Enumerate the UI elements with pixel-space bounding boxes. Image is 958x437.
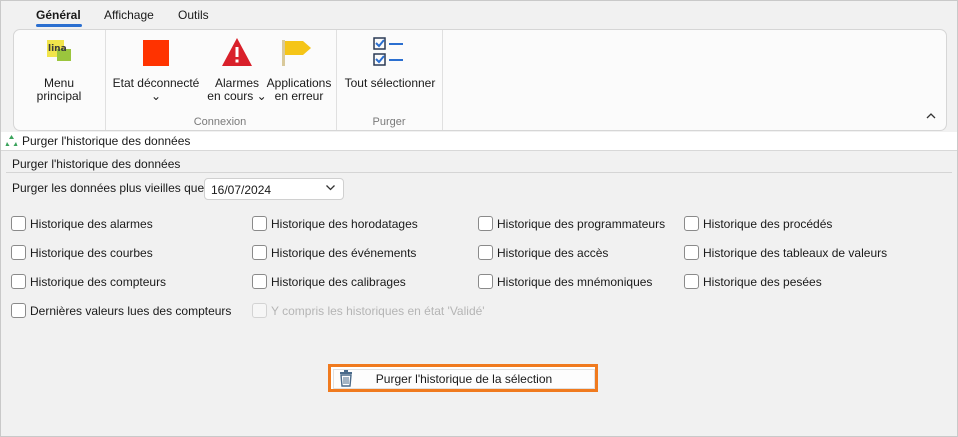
checkbox-box[interactable]	[684, 245, 699, 260]
checkbox-label: Historique des programmateurs	[497, 217, 666, 231]
checkbox-label: Historique des tableaux de valeurs	[703, 246, 888, 260]
applications-en-erreur-button[interactable]: Applications en erreur	[266, 30, 332, 110]
group-label-connexion: Connexion	[193, 116, 247, 128]
checkbox-box[interactable]	[11, 216, 26, 231]
lina-energie-logo-icon: lina	[47, 38, 71, 62]
alarmes-label-line2: en cours	[207, 89, 254, 103]
tab-general[interactable]: Général	[36, 8, 81, 22]
active-tab-indicator	[36, 24, 82, 27]
checkbox-label: Historique des calibrages	[271, 275, 406, 289]
date-value: 16/07/2024	[211, 183, 272, 197]
checkbox-box[interactable]	[11, 303, 26, 318]
group-title: Purger l'historique des données	[12, 157, 181, 171]
breadcrumb-label: Purger l'historique des données	[22, 134, 191, 148]
checklist-icon	[373, 36, 407, 71]
checkbox-label: Dernières valeurs lues des compteurs	[30, 304, 232, 318]
checkbox-box[interactable]	[478, 216, 493, 231]
checkbox-box[interactable]	[11, 274, 26, 289]
red-square-icon	[143, 40, 169, 66]
ribbon: lina Menu principal Etat déconnecté ⌄ Al…	[13, 29, 947, 131]
checkbox-label: Historique des compteurs	[30, 275, 167, 289]
tout-selectionner-label: Tout sélectionner	[344, 76, 436, 90]
ribbon-tabs: Général Affichage Outils	[1, 1, 957, 29]
checkbox-label: Historique des courbes	[30, 246, 153, 260]
tab-outils[interactable]: Outils	[178, 8, 209, 22]
tout-selectionner-button[interactable]: Tout sélectionner	[340, 30, 440, 110]
menu-principal-button[interactable]: lina Menu principal	[20, 30, 98, 110]
recycle-icon	[5, 134, 18, 150]
etat-deconnecte-button[interactable]: Etat déconnecté ⌄	[111, 30, 201, 110]
ribbon-separator	[105, 30, 106, 130]
checkbox-box	[252, 303, 267, 318]
ribbon-separator	[442, 30, 443, 130]
tab-affichage[interactable]: Affichage	[104, 8, 154, 22]
checkbox-box[interactable]	[252, 274, 267, 289]
alarmes-en-cours-button[interactable]: Alarmes en cours ⌄	[207, 30, 267, 110]
checkbox-label: Historique des procédés	[703, 217, 833, 231]
window: Général Affichage Outils lina Menu princ…	[0, 0, 958, 437]
checkbox-box[interactable]	[478, 274, 493, 289]
checkbox-box[interactable]	[11, 245, 26, 260]
warning-triangle-icon	[221, 37, 253, 70]
checkbox-box[interactable]	[252, 216, 267, 231]
checkbox-label: Y compris les historiques en état 'Valid…	[271, 304, 485, 318]
checkbox-label: Historique des accès	[497, 246, 609, 260]
group-label-purger: Purger	[372, 116, 406, 128]
purge-selection-button[interactable]: Purger l'historique de la sélection	[333, 369, 595, 389]
checkbox-box[interactable]	[684, 274, 699, 289]
checkbox-label: Historique des pesées	[703, 275, 822, 289]
svg-text:lina: lina	[48, 44, 67, 54]
checkbox-box[interactable]	[478, 245, 493, 260]
checkbox-label: Historique des horodatages	[271, 217, 418, 231]
applications-label-line2: en erreur	[274, 89, 324, 103]
date-label: Purger les données plus vieilles que :	[12, 181, 211, 195]
collapse-ribbon-icon[interactable]	[924, 110, 938, 124]
chevron-down-icon	[325, 182, 336, 196]
checkbox-label: Historique des alarmes	[30, 217, 153, 231]
checkbox-label: Historique des mnémoniques	[497, 275, 653, 289]
checkbox-box[interactable]	[252, 245, 267, 260]
group-divider	[6, 172, 952, 173]
yellow-flag-icon	[281, 38, 315, 69]
checkbox-box[interactable]	[684, 216, 699, 231]
purge-button-highlight[interactable]: Purger l'historique de la sélection	[328, 364, 598, 392]
menu-principal-label: Menu principal	[36, 76, 82, 103]
checkbox-label: Historique des événements	[271, 246, 417, 260]
date-picker[interactable]: 16/07/2024	[204, 178, 344, 200]
ribbon-separator	[336, 30, 337, 130]
purge-button-label: Purger l'historique de la sélection	[375, 372, 553, 386]
chevron-down-icon: ⌄	[150, 89, 162, 103]
breadcrumb: Purger l'historique des données	[1, 132, 957, 151]
